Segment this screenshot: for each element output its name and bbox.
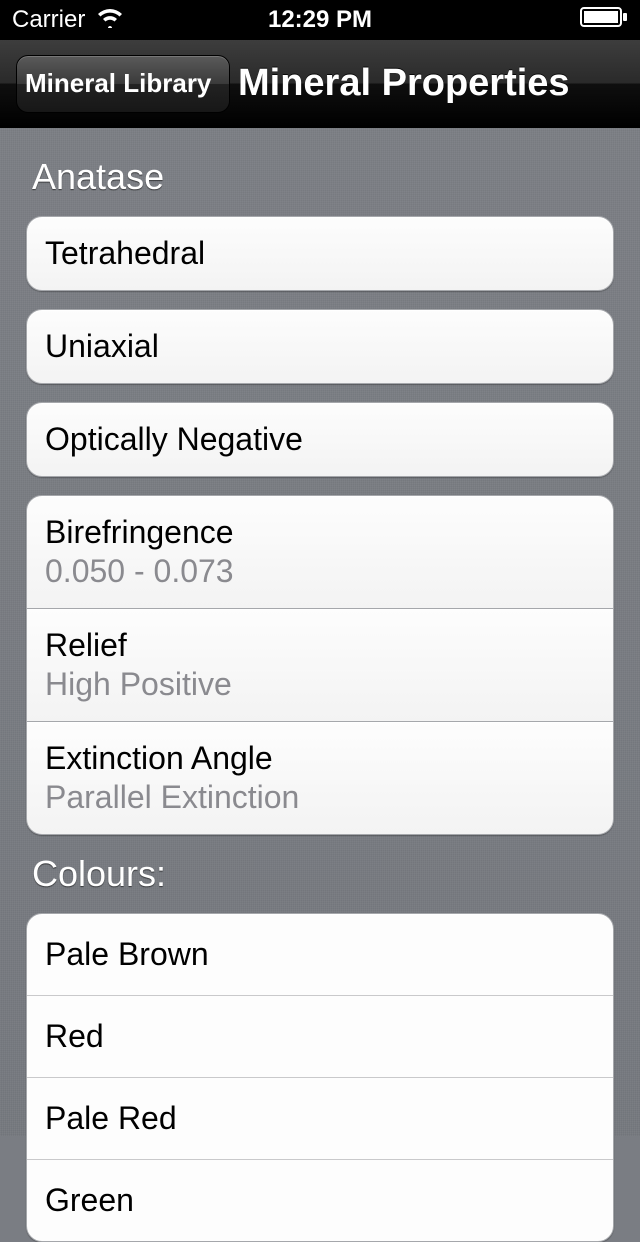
status-bar: Carrier 12:29 PM	[0, 0, 640, 40]
detail-label: Relief	[45, 627, 595, 664]
detail-label: Extinction Angle	[45, 740, 595, 777]
status-left: Carrier	[12, 6, 125, 35]
back-button-label: Mineral Library	[25, 68, 211, 99]
colours-group: Pale Brown Red Pale Red Green	[26, 913, 614, 1242]
colour-row[interactable]: Green	[27, 1160, 613, 1241]
property-label: Tetrahedral	[45, 235, 595, 272]
detail-label: Birefringence	[45, 514, 595, 551]
property-label: Uniaxial	[45, 328, 595, 365]
detail-card[interactable]: Relief High Positive	[26, 609, 614, 722]
property-card[interactable]: Uniaxial	[26, 309, 614, 384]
carrier-label: Carrier	[12, 6, 85, 34]
nav-bar: Mineral Library Mineral Properties	[0, 40, 640, 128]
mineral-name-header: Anatase	[32, 156, 608, 198]
detail-value: Parallel Extinction	[45, 779, 595, 816]
battery-icon	[580, 6, 628, 34]
detail-value: 0.050 - 0.073	[45, 553, 595, 590]
colour-row[interactable]: Pale Brown	[27, 914, 613, 996]
property-card[interactable]: Optically Negative	[26, 402, 614, 477]
property-card[interactable]: Tetrahedral	[26, 216, 614, 291]
content-area: Anatase Tetrahedral Uniaxial Optically N…	[0, 128, 640, 1136]
wifi-icon	[95, 6, 125, 35]
property-label: Optically Negative	[45, 421, 595, 458]
colours-header: Colours:	[32, 853, 608, 895]
colour-row[interactable]: Pale Red	[27, 1078, 613, 1160]
colour-row[interactable]: Red	[27, 996, 613, 1078]
detail-card[interactable]: Extinction Angle Parallel Extinction	[26, 722, 614, 835]
status-time: 12:29 PM	[268, 6, 372, 34]
detail-group: Birefringence 0.050 - 0.073 Relief High …	[26, 495, 614, 835]
page-title: Mineral Properties	[238, 62, 570, 105]
detail-card[interactable]: Birefringence 0.050 - 0.073	[26, 495, 614, 609]
detail-value: High Positive	[45, 666, 595, 703]
back-button[interactable]: Mineral Library	[16, 55, 230, 113]
